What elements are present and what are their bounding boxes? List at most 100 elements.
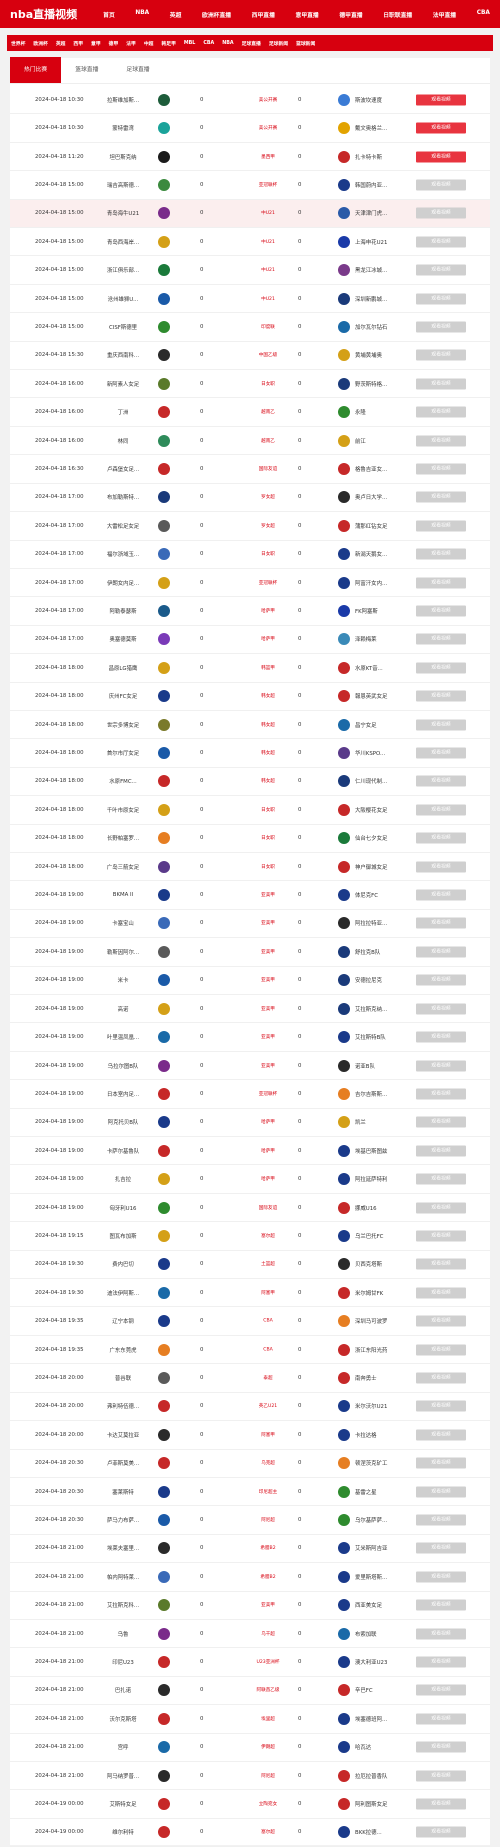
away-team-name[interactable]: 報恩英武女足 — [355, 692, 423, 700]
league-name[interactable]: 越南乙 — [243, 409, 293, 415]
league-name[interactable]: 哈萨甲 — [243, 1119, 293, 1125]
home-team-name[interactable]: 阿克托贝B队 — [92, 1118, 154, 1126]
league-name[interactable]: 中U21 — [243, 210, 293, 216]
match-row[interactable]: 2024-04-19 00:00 艾斯特女足 0 立陶宛女 0 阿利图斯女足 观看视频 — [10, 1790, 490, 1819]
subnav-item[interactable]: 中超 — [144, 40, 154, 47]
home-team-name[interactable]: 米卡 — [92, 976, 154, 984]
away-team-name[interactable]: 浙江东阳光药 — [355, 1346, 423, 1354]
home-team-name[interactable]: 沃尔克斯塔 — [92, 1715, 154, 1723]
away-team-name[interactable]: 永隆 — [355, 408, 423, 416]
league-name[interactable]: 印度联 — [243, 324, 293, 330]
watch-video-button[interactable]: 观看视频 — [416, 1344, 466, 1356]
league-name[interactable]: 越南乙 — [243, 438, 293, 444]
match-row[interactable]: 2024-04-18 21:00 宫呼 0 伊朗超 0 哈瓦达 观看视频 — [10, 1734, 490, 1762]
league-name[interactable]: 塞尔超 — [243, 1829, 293, 1835]
watch-video-button[interactable]: 观看视频 — [416, 1542, 466, 1554]
match-row[interactable]: 2024-04-18 19:00 匈牙利U16 0 国际友谊 0 挪威U16 观看视频 — [10, 1194, 490, 1223]
away-team-name[interactable]: 米尔姆甘FK — [355, 1289, 423, 1297]
league-name[interactable]: 日女职 — [243, 864, 293, 870]
subnav-item[interactable]: 篮球新闻 — [296, 40, 315, 47]
watch-video-button[interactable]: 观看视频 — [416, 1145, 466, 1157]
match-row[interactable]: 2024-04-18 18:00 庆州FC女足 0 韩女超 0 報恩英武女足 观看视频 — [10, 683, 490, 711]
away-team-name[interactable]: 吉尔吉斯斯... — [355, 1090, 423, 1098]
league-name[interactable]: 韩女超 — [243, 722, 293, 728]
away-team-name[interactable]: 布索加联 — [355, 1630, 423, 1638]
away-team-name[interactable]: 斯波坎速度 — [355, 96, 423, 104]
away-team-name[interactable]: 深圳新鹏城... — [355, 295, 423, 303]
away-team-name[interactable]: 野茨斯特格... — [355, 380, 423, 388]
match-row[interactable]: 2024-04-18 18:00 水原FMC... 0 韩女超 0 仁川现代制... 观看视… — [10, 768, 490, 797]
away-team-name[interactable]: 基雷之星 — [355, 1488, 423, 1496]
away-team-name[interactable]: 阿富汗女内... — [355, 579, 423, 587]
match-row[interactable]: 2024-04-18 20:30 塞莱斯特 0 印尼超主 0 基雷之星 观看视频 — [10, 1478, 490, 1507]
match-row[interactable]: 2024-04-18 15:30 重庆西南科... 0 中国乙级 0 黄埔黄埔奥 观看视频 — [10, 342, 490, 371]
league-name[interactable]: 亚美甲 — [243, 892, 293, 898]
league-name[interactable]: 日女职 — [243, 807, 293, 813]
league-name[interactable]: 墨西甲 — [243, 154, 293, 160]
away-team-name[interactable]: 乌兰巴托FC — [355, 1232, 423, 1240]
home-team-name[interactable]: 丁洲 — [92, 408, 154, 416]
away-team-name[interactable]: 上海申花U21 — [355, 238, 423, 246]
subnav-item[interactable]: 欧洲杯 — [33, 40, 47, 47]
league-name[interactable]: 中U21 — [243, 267, 293, 273]
watch-video-button[interactable]: 观看视频 — [416, 1713, 466, 1725]
league-name[interactable]: 阿尼超 — [243, 1773, 293, 1779]
league-name[interactable]: 亚美甲 — [243, 1602, 293, 1608]
home-team-name[interactable]: 乌鲁 — [92, 1630, 154, 1638]
away-team-name[interactable]: 阿利图斯女足 — [355, 1800, 423, 1808]
home-team-name[interactable]: 高诺 — [92, 1005, 154, 1013]
subnav-item[interactable]: 英超 — [56, 40, 66, 47]
home-team-name[interactable]: 卡萨尔基鲁队 — [92, 1147, 154, 1155]
watch-video-button[interactable]: 观看视频 — [416, 122, 466, 134]
away-team-name[interactable]: 诺亚B队 — [355, 1062, 423, 1070]
away-team-name[interactable]: 加尔瓦尔钻石 — [355, 323, 423, 331]
league-name[interactable]: 国际友谊 — [243, 466, 293, 472]
home-team-name[interactable]: 阿勒泰瑟斯 — [92, 607, 154, 615]
home-team-name[interactable]: 首尔市厅女足 — [92, 749, 154, 757]
league-name[interactable]: 塞尔超 — [243, 1233, 293, 1239]
league-name[interactable]: 亚美甲 — [243, 1063, 293, 1069]
watch-video-button[interactable]: 观看视频 — [416, 179, 466, 191]
subnav-item[interactable]: MBL — [184, 41, 196, 46]
match-row[interactable]: 2024-04-18 15:00 浙江俱乐部... 0 中U21 0 黑龙江冰城... 观看… — [10, 256, 490, 285]
match-row[interactable]: 2024-04-18 21:00 阿马纳罗普... 0 阿尼超 0 拉厄拉普香队 观看视频 — [10, 1762, 490, 1791]
league-name[interactable]: 韩女超 — [243, 693, 293, 699]
subnav-item[interactable]: CBA — [203, 41, 214, 46]
league-name[interactable]: 印尼超主 — [243, 1489, 293, 1495]
home-team-name[interactable]: 匈牙利U16 — [92, 1204, 154, 1212]
league-name[interactable]: 韩篮甲 — [243, 665, 293, 671]
topnav-item[interactable]: 日职联直播 — [383, 10, 412, 19]
league-name[interactable]: 亚冠联杯 — [243, 580, 293, 586]
away-team-name[interactable]: 仁川现代制... — [355, 777, 423, 785]
watch-video-button[interactable]: 观看视频 — [416, 151, 466, 163]
match-row[interactable]: 2024-04-18 19:35 广东东莞虎 0 CBA 0 浙江东阳光药 观看视频 — [10, 1336, 490, 1365]
away-team-name[interactable]: 舒拉克B队 — [355, 948, 423, 956]
match-row[interactable]: 2024-04-18 16:00 新阿素人女足 0 日女职 0 野茨斯特格... 观看视频 — [10, 370, 490, 399]
league-name[interactable]: 埃里超 — [243, 1716, 293, 1722]
home-team-name[interactable]: 浙江俱乐部... — [92, 266, 154, 274]
away-team-name[interactable]: 深圳马可波罗 — [355, 1317, 423, 1325]
league-name[interactable]: 阿塞甲 — [243, 1290, 293, 1296]
match-row[interactable]: 2024-04-18 20:00 卡达艾莫拉亚 0 阿塞甲 0 卡拉达格 观看视频 — [10, 1421, 490, 1450]
away-team-name[interactable]: 天津津门虎... — [355, 209, 423, 217]
home-team-name[interactable]: 乌拉尔图B队 — [92, 1062, 154, 1070]
league-name[interactable]: CBA — [243, 1319, 293, 1324]
match-row[interactable]: 2024-04-18 11:20 坦巴斯克纳 0 墨西甲 0 扎卡特卡斯 观看视频 — [10, 143, 490, 172]
match-row[interactable]: 2024-04-18 19:00 卡塞宝山 0 亚美甲 0 阿拉拉特亚... 观看视频 — [10, 910, 490, 939]
topnav-item[interactable]: 德甲直播 — [339, 10, 362, 19]
away-team-name[interactable]: 扎卡特卡斯 — [355, 153, 423, 161]
topnav-item[interactable]: 欧洲杯直播 — [202, 10, 231, 19]
match-row[interactable]: 2024-04-18 17:00 伊朗女内足... 0 亚冠联杯 0 阿富汗女内... 观看… — [10, 569, 490, 598]
league-name[interactable]: 哈萨甲 — [243, 1176, 293, 1182]
away-team-name[interactable]: 神户御城女足 — [355, 863, 423, 871]
home-team-name[interactable]: 艾拉斯克科... — [92, 1601, 154, 1609]
watch-video-button[interactable]: 观看视频 — [416, 1628, 466, 1640]
match-row[interactable]: 2024-04-18 19:00 米卡 0 亚美甲 0 安德拉尼克 观看视频 — [10, 967, 490, 995]
away-team-name[interactable]: 西亚美女足 — [355, 1601, 423, 1609]
away-team-name[interactable]: 体尼克FC — [355, 891, 423, 899]
subnav-item[interactable]: 韩足甲 — [161, 40, 175, 47]
league-name[interactable]: 亚美甲 — [243, 920, 293, 926]
match-row[interactable]: 2024-04-18 19:00 扎吉拉 0 哈萨甲 0 阿拉延萨特利 观看视频 — [10, 1165, 490, 1194]
home-team-name[interactable]: 千叶市原女足 — [92, 806, 154, 814]
topnav-item[interactable]: NBA — [135, 10, 149, 19]
